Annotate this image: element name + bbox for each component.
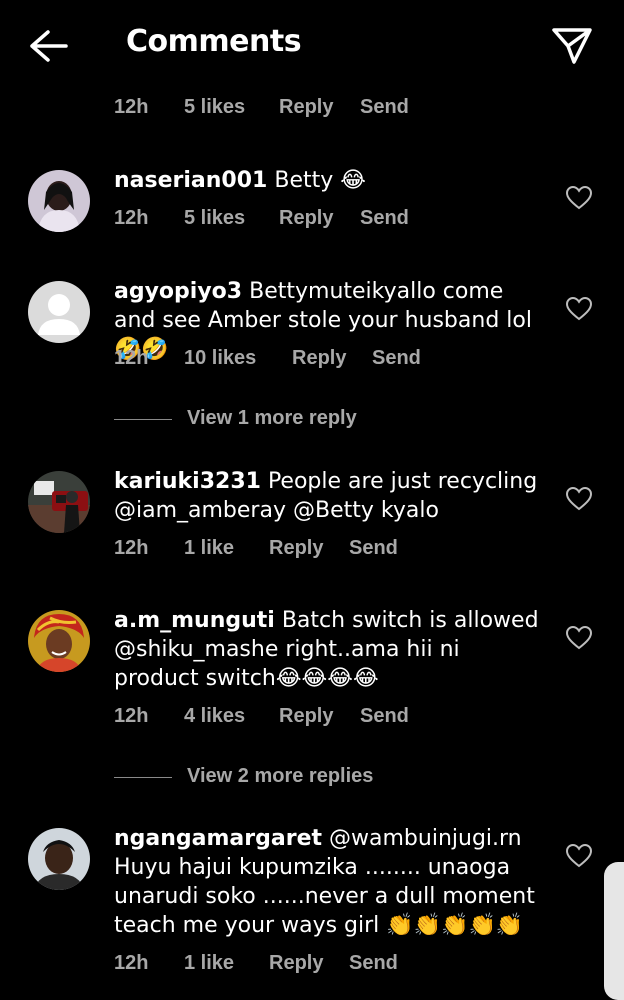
time-label: 12h — [114, 96, 149, 118]
likes-count[interactable]: 10 likes — [184, 347, 256, 370]
send-button[interactable]: Send — [349, 952, 398, 975]
likes-count[interactable]: 5 likes — [184, 207, 245, 230]
heart-outline-icon[interactable] — [566, 626, 592, 650]
username-link[interactable]: kariuki3231 — [114, 469, 261, 494]
avatar[interactable] — [28, 471, 90, 533]
comment-text: ngangamargaret @wambuinjugi.rn Huyu haju… — [114, 824, 544, 940]
likes-count[interactable]: 1 like — [184, 537, 234, 560]
send-button[interactable]: Send — [360, 207, 409, 230]
reply-button[interactable]: Reply — [279, 96, 333, 119]
reply-button[interactable]: Reply — [292, 347, 346, 370]
time-label: 12h — [114, 537, 149, 559]
view-more-label[interactable]: View 1 more reply — [187, 407, 357, 430]
send-button[interactable]: Send — [372, 347, 421, 370]
comment-body: Betty 😂 — [274, 168, 366, 193]
reply-button[interactable]: Reply — [269, 952, 323, 975]
avatar[interactable] — [28, 610, 90, 672]
likes-count[interactable]: 1 like — [184, 952, 234, 975]
page-title: Comments — [126, 24, 302, 59]
reply-button[interactable]: Reply — [269, 537, 323, 560]
heart-outline-icon[interactable] — [566, 186, 592, 210]
avatar[interactable] — [28, 828, 90, 890]
comment-text: naserian001 Betty 😂 — [114, 166, 544, 195]
time-label: 12h — [114, 705, 149, 727]
time-label: 12h — [114, 347, 149, 369]
send-button[interactable]: Send — [349, 537, 398, 560]
username-link[interactable]: naserian001 — [114, 168, 267, 193]
view-more-label[interactable]: View 2 more replies — [187, 765, 373, 788]
send-button[interactable]: Send — [360, 705, 409, 728]
comment-text: a.m_munguti Batch switch is allowed @shi… — [114, 606, 544, 693]
reply-button[interactable]: Reply — [279, 705, 333, 728]
avatar[interactable] — [28, 170, 90, 232]
time-label: 12h — [114, 207, 149, 229]
send-button[interactable]: Send — [360, 96, 409, 119]
username-link[interactable]: ngangamargaret — [114, 826, 322, 851]
divider — [114, 777, 172, 778]
heart-outline-icon[interactable] — [566, 844, 592, 868]
top-bar: Comments — [0, 0, 624, 90]
paper-plane-icon[interactable] — [550, 24, 594, 66]
time-label: 12h — [114, 952, 149, 974]
username-link[interactable]: a.m_munguti — [114, 608, 275, 633]
username-link[interactable]: agyopiyo3 — [114, 279, 242, 304]
heart-outline-icon[interactable] — [566, 297, 592, 321]
likes-count[interactable]: 5 likes — [184, 96, 245, 119]
arrow-left-icon[interactable] — [26, 28, 70, 64]
avatar[interactable] — [28, 281, 90, 343]
reply-button[interactable]: Reply — [279, 207, 333, 230]
scroll-handle[interactable] — [604, 862, 624, 1000]
heart-outline-icon[interactable] — [566, 487, 592, 511]
comment-text: kariuki3231 People are just recycling @i… — [114, 467, 544, 525]
divider — [114, 419, 172, 420]
likes-count[interactable]: 4 likes — [184, 705, 245, 728]
